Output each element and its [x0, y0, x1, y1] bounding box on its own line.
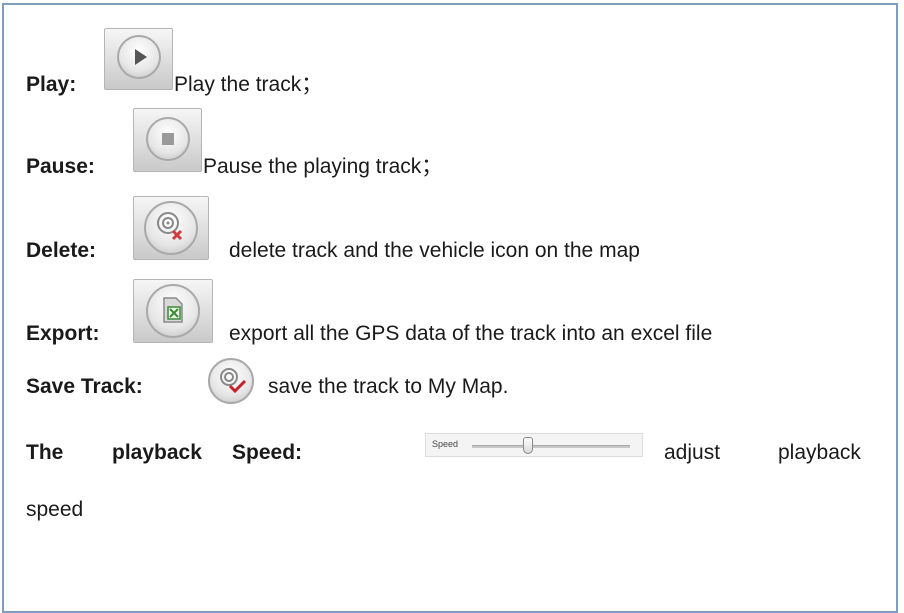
pause-row: Pause:	[26, 154, 95, 180]
speed-slider[interactable]: Speed	[425, 433, 643, 457]
pause-desc: Pause the playing track；	[203, 155, 443, 178]
delete-desc: delete track and the vehicle icon on the…	[229, 239, 640, 262]
export-row: Export:	[26, 321, 100, 347]
stop-icon	[146, 117, 190, 161]
pause-label: Pause:	[26, 155, 95, 178]
speed-desc-adjust: adjust	[664, 441, 721, 464]
delete-label: Delete:	[26, 239, 97, 262]
speed-label-playback: playback	[112, 441, 202, 464]
save-label: Save Track:	[26, 375, 143, 398]
export-button-image	[133, 279, 213, 343]
speed-desc-playback: playback	[778, 441, 861, 464]
save-track-icon	[208, 358, 254, 404]
delete-button-image	[133, 196, 209, 260]
export-label: Export:	[26, 322, 100, 345]
speed-slider-thumb[interactable]	[523, 437, 533, 454]
pause-button-image	[133, 108, 202, 172]
export-excel-icon	[146, 284, 200, 338]
speed-label-speed: Speed:	[232, 441, 303, 464]
delete-row: Delete:	[26, 238, 96, 264]
play-row: Play:	[26, 72, 76, 98]
save-row: Save Track:	[26, 374, 143, 400]
speed-slider-track	[472, 445, 630, 448]
play-desc: Play the track；	[174, 73, 323, 96]
play-icon	[117, 35, 161, 79]
export-desc: export all the GPS data of the track int…	[229, 322, 713, 345]
speed-label-the: The	[26, 441, 64, 464]
play-label: Play:	[26, 73, 77, 96]
speed-slider-label: Speed	[432, 439, 459, 449]
play-button-image	[104, 28, 173, 90]
save-desc: save the track to My Map.	[268, 375, 509, 398]
speed-desc-speed: speed	[26, 498, 84, 521]
delete-track-icon	[144, 201, 198, 255]
